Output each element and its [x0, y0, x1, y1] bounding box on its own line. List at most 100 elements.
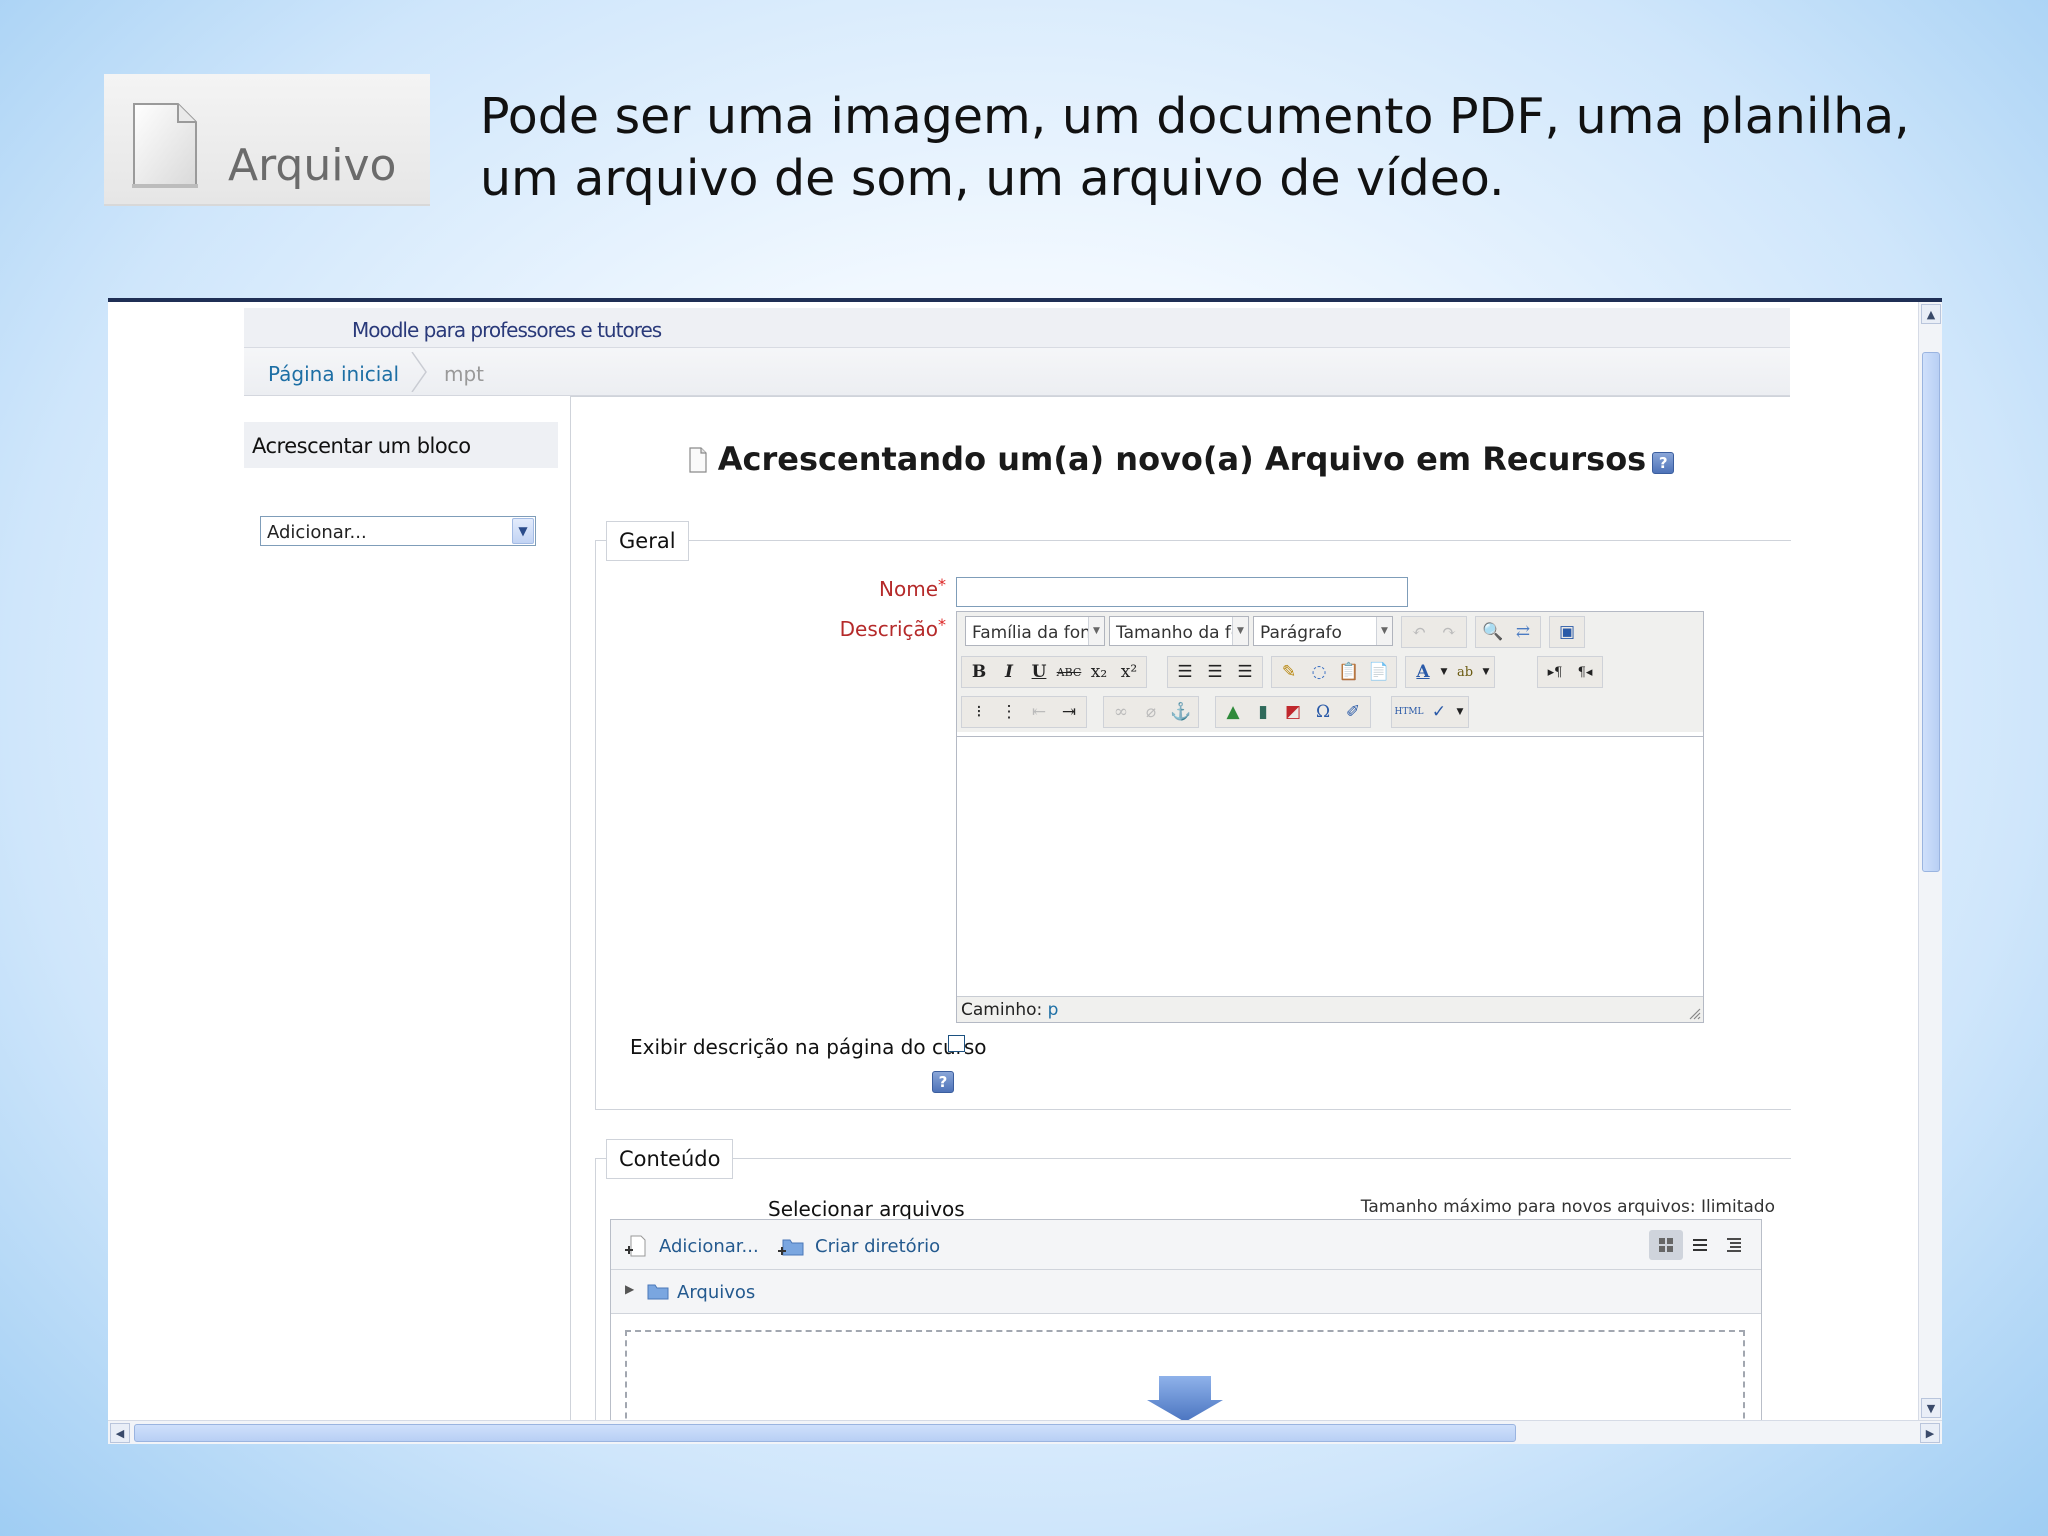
add-file-button[interactable]: Adicionar... [623, 1234, 759, 1258]
required-asterisk-icon: * [938, 575, 946, 594]
folder-icon [647, 1284, 669, 1300]
name-label: Nome* [879, 575, 946, 601]
redo-icon[interactable]: ↷ [1434, 618, 1464, 646]
add-block-title: Acrescentar um bloco [252, 434, 471, 458]
superscript-icon[interactable]: x² [1114, 658, 1144, 686]
add-block-select[interactable]: Adicionar... ▼ [260, 516, 536, 546]
help-icon[interactable]: ? [932, 1071, 954, 1093]
resize-grip-icon[interactable] [1687, 1006, 1701, 1020]
rtl-icon[interactable]: ¶◂ [1570, 658, 1600, 686]
chevron-down-icon[interactable]: ▼ [1438, 658, 1450, 686]
show-description-checkbox[interactable] [948, 1035, 965, 1052]
edit-icon[interactable]: ✐ [1338, 698, 1368, 726]
bold-icon[interactable]: B [964, 658, 994, 686]
font-family-select[interactable]: Família da font ▼ [965, 616, 1105, 646]
create-directory-button[interactable]: Criar diretório [777, 1234, 940, 1258]
eraser-icon[interactable]: ◌ [1304, 658, 1334, 686]
align-left-icon[interactable]: ☰ [1170, 658, 1200, 686]
icon-view-icon[interactable] [1649, 1230, 1683, 1260]
vertical-scrollbar[interactable]: ▲ ▼ [1918, 302, 1942, 1420]
folder-tree: ▶ Arquivos [611, 1270, 1761, 1314]
strikethrough-icon[interactable]: ABC [1054, 658, 1084, 686]
description-label: Descrição* [839, 615, 946, 641]
numbered-list-icon[interactable]: ⋮ [994, 698, 1024, 726]
search-group: 🔍 ⇄ [1475, 616, 1541, 648]
underline-icon[interactable]: U [1024, 658, 1054, 686]
font-size-select[interactable]: Tamanho da fc ▼ [1109, 616, 1249, 646]
list-view-icon[interactable] [1683, 1230, 1717, 1260]
insert-image-icon[interactable]: ▲ [1218, 698, 1248, 726]
site-name[interactable]: Moodle para professores e tutores [352, 318, 662, 342]
slide-description: Pode ser uma imagem, um documento PDF, u… [480, 88, 1910, 207]
vertical-scroll-thumb[interactable] [1922, 352, 1940, 872]
breadcrumb-current[interactable]: mpt [444, 362, 484, 386]
horizontal-scrollbar[interactable]: ◀ ▶ [108, 1420, 1942, 1444]
clean-format-icon[interactable]: ✎ [1274, 658, 1304, 686]
help-icon[interactable]: ? [1652, 452, 1675, 474]
chevron-down-icon[interactable]: ▼ [1454, 698, 1466, 726]
chevron-down-icon[interactable]: ▼ [1480, 658, 1492, 686]
path-value[interactable]: p [1048, 1000, 1059, 1020]
path-label: Caminho: [961, 1000, 1043, 1020]
paste-text-icon[interactable]: 📋 [1334, 658, 1364, 686]
italic-icon[interactable]: I [994, 658, 1024, 686]
direction-group: ▸¶ ¶◂ [1537, 656, 1603, 688]
anchor-icon[interactable]: ⚓ [1166, 698, 1196, 726]
editor-textarea[interactable] [957, 736, 1703, 996]
name-input[interactable] [956, 577, 1408, 607]
scroll-up-icon[interactable]: ▲ [1921, 304, 1941, 324]
bullet-list-icon[interactable]: ⁝ [964, 698, 994, 726]
history-group: ↶ ↷ [1401, 616, 1467, 648]
drop-arrow-icon [1147, 1376, 1223, 1422]
paste-word-icon[interactable]: 📄 [1364, 658, 1394, 686]
unlink-icon[interactable]: ⌀ [1136, 698, 1166, 726]
align-right-icon[interactable]: ☰ [1230, 658, 1260, 686]
list-group: ⁝ ⋮ ⇤ ⇥ [961, 696, 1087, 728]
text-color-icon[interactable]: A [1408, 658, 1438, 686]
add-file-label: Adicionar... [659, 1235, 759, 1257]
expand-arrow-icon[interactable]: ▶ [625, 1282, 634, 1296]
format-select[interactable]: Parágrafo ▼ [1253, 616, 1393, 646]
page-title: Acrescentando um(a) novo(a) Arquivo em R… [571, 440, 1791, 478]
align-group: ☰ ☰ ☰ [1167, 656, 1263, 688]
document-icon [132, 103, 198, 188]
insert-media-icon[interactable]: ▮ [1248, 698, 1278, 726]
select-files-label: Selecionar arquivos [768, 1197, 965, 1221]
main-content: Acrescentando um(a) novo(a) Arquivo em R… [570, 396, 1791, 1444]
outdent-icon[interactable]: ⇤ [1024, 698, 1054, 726]
breadcrumb-home-link[interactable]: Página inicial [268, 362, 399, 386]
scroll-left-icon[interactable]: ◀ [110, 1423, 130, 1443]
link-icon[interactable]: ∞ [1106, 698, 1136, 726]
moodle-media-icon[interactable]: ◩ [1278, 698, 1308, 726]
scroll-right-icon[interactable]: ▶ [1920, 1423, 1940, 1443]
show-description-label: Exibir descrição na página do curso [630, 1035, 987, 1059]
horizontal-scroll-thumb[interactable] [134, 1424, 1516, 1442]
link-group: ∞ ⌀ ⚓ [1103, 696, 1199, 728]
tree-view-icon[interactable] [1717, 1230, 1751, 1260]
content-legend[interactable]: Conteúdo [606, 1139, 734, 1179]
replace-icon[interactable]: ⇄ [1508, 618, 1538, 646]
html-source-icon[interactable]: HTML [1394, 698, 1424, 726]
content-divider [571, 396, 1790, 397]
html-group: HTML ✓ ▼ [1391, 696, 1469, 728]
subscript-icon[interactable]: x₂ [1084, 658, 1114, 686]
ltr-icon[interactable]: ▸¶ [1540, 658, 1570, 686]
chevron-down-icon[interactable]: ▼ [512, 518, 534, 544]
spellcheck-icon[interactable]: ✓ [1424, 698, 1454, 726]
scroll-down-icon[interactable]: ▼ [1921, 1398, 1941, 1418]
site-header: Moodle para professores e tutores [244, 308, 1790, 348]
indent-icon[interactable]: ⇥ [1054, 698, 1084, 726]
special-char-icon[interactable]: Ω [1308, 698, 1338, 726]
folder-label[interactable]: Arquivos [677, 1282, 755, 1303]
create-directory-label: Criar diretório [815, 1235, 941, 1257]
undo-icon[interactable]: ↶ [1404, 618, 1434, 646]
fullscreen-icon[interactable]: ▣ [1552, 618, 1582, 646]
find-icon[interactable]: 🔍 [1478, 618, 1508, 646]
general-legend[interactable]: Geral [606, 521, 689, 561]
text-style-group: B I U ABC x₂ x² [961, 656, 1147, 688]
chevron-down-icon: ▼ [1088, 617, 1104, 645]
background-color-icon[interactable]: ab [1450, 658, 1480, 686]
align-center-icon[interactable]: ☰ [1200, 658, 1230, 686]
description-editor: Família da font ▼ Tamanho da fc ▼ Parágraf… [956, 611, 1704, 1023]
browser-window: Moodle para professores e tutores Página… [108, 298, 1942, 1444]
